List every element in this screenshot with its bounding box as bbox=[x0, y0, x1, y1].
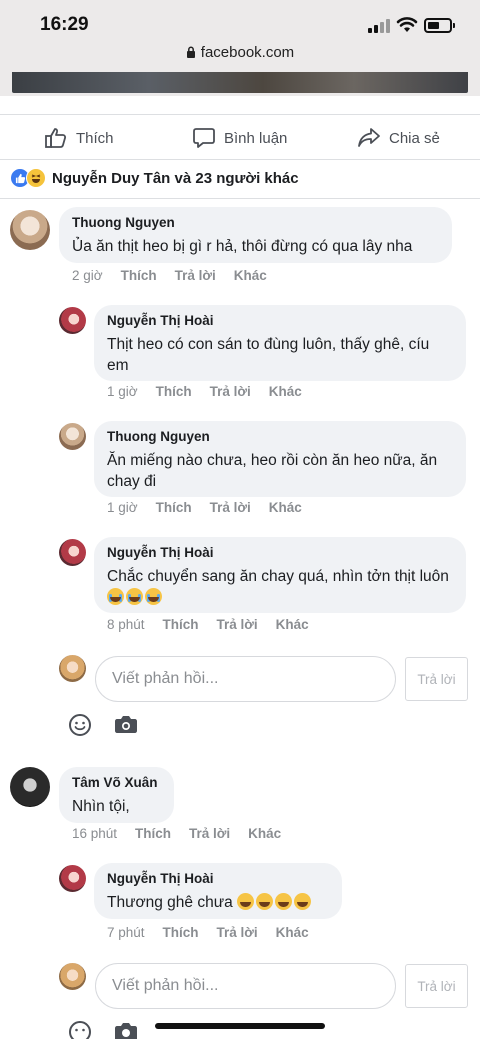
comment-more-link[interactable]: Khác bbox=[248, 826, 281, 841]
status-time: 16:29 bbox=[40, 14, 89, 35]
comment-icon bbox=[193, 128, 215, 148]
wifi-icon bbox=[396, 17, 418, 32]
reply-author[interactable]: Thuong Nguyen bbox=[107, 428, 454, 446]
reply-submit-button[interactable]: Trả lời bbox=[405, 657, 468, 701]
share-label: Chia sẻ bbox=[389, 129, 440, 147]
reply-text: Chắc chuyển sang ăn chay quá, nhìn tởn t… bbox=[107, 566, 454, 608]
reply-text-body: Chắc chuyển sang ăn chay quá, nhìn tởn t… bbox=[107, 568, 449, 585]
reply-reply-link[interactable]: Trả lời bbox=[210, 384, 251, 399]
reply-more-link[interactable]: Khác bbox=[269, 384, 302, 399]
signal-icon bbox=[368, 19, 390, 33]
reply-meta: 1 giờ Thích Trả lời Khác bbox=[107, 384, 302, 399]
comment-reply-link[interactable]: Trả lời bbox=[189, 826, 230, 841]
camera-icon[interactable] bbox=[114, 1021, 138, 1039]
crying-face-icon bbox=[126, 588, 143, 605]
reply-bubble: Thuong Nguyen Ăn miếng nào chưa, heo rồi… bbox=[94, 421, 466, 497]
post-image[interactable] bbox=[12, 72, 468, 93]
reply-author[interactable]: Nguyễn Thị Hoài bbox=[107, 312, 454, 330]
haha-icon bbox=[26, 168, 46, 188]
reply-text-body: Thương ghê chưa bbox=[107, 894, 233, 911]
avatar[interactable] bbox=[59, 865, 86, 892]
reply-more-link[interactable]: Khác bbox=[276, 617, 309, 632]
reply-text: Ăn miếng nào chưa, heo rồi còn ăn heo nữ… bbox=[107, 452, 438, 490]
camera-icon[interactable] bbox=[114, 714, 138, 734]
avatar bbox=[59, 655, 86, 682]
reply-like-link[interactable]: Thích bbox=[163, 925, 199, 940]
reply-more-link[interactable]: Khác bbox=[269, 500, 302, 515]
browser-status-bar: 16:29 facebook.com bbox=[0, 0, 480, 96]
reply-meta: 8 phút Thích Trả lời Khác bbox=[107, 617, 309, 632]
reply-bubble: Nguyễn Thị Hoài Thương ghê chưa bbox=[94, 863, 342, 919]
reply-input[interactable]: Viết phản hồi... bbox=[95, 963, 396, 1009]
reply-reply-link[interactable]: Trả lời bbox=[210, 500, 251, 515]
reply-input[interactable]: Viết phản hồi... bbox=[95, 656, 396, 702]
comment-bubble: Thuong Nguyen Ủa ăn thịt heo bị gì r hả,… bbox=[59, 207, 452, 263]
reply-submit-button[interactable]: Trả lời bbox=[405, 964, 468, 1008]
comment-meta: 16 phút Thích Trả lời Khác bbox=[72, 826, 281, 841]
grinning-face-icon bbox=[237, 893, 255, 910]
reactions-summary[interactable]: Nguyễn Duy Tân và 23 người khác bbox=[10, 168, 299, 188]
post-action-bar: Thích Bình luận Chia sẻ bbox=[0, 114, 480, 160]
url-bar[interactable]: facebook.com bbox=[0, 44, 480, 61]
home-indicator[interactable] bbox=[155, 1023, 325, 1029]
comment-author[interactable]: Thuong Nguyen bbox=[72, 214, 440, 232]
comment-text: Ủa ăn thịt heo bị gì r hả, thôi đừng có … bbox=[72, 238, 413, 255]
reply-meta: 1 giờ Thích Trả lời Khác bbox=[107, 500, 302, 515]
comment-like-link[interactable]: Thích bbox=[135, 826, 171, 841]
share-button[interactable]: Chia sẻ bbox=[357, 127, 440, 149]
like-button[interactable]: Thích bbox=[44, 127, 114, 149]
comment-reply-link[interactable]: Trả lời bbox=[175, 268, 216, 283]
grinning-face-icon bbox=[294, 893, 312, 910]
reply-text: Thịt heo có con sán to đùng luôn, thấy g… bbox=[107, 336, 430, 374]
reply-author[interactable]: Nguyễn Thị Hoài bbox=[107, 870, 330, 888]
emoji-icon[interactable] bbox=[68, 713, 92, 737]
comment-label: Bình luận bbox=[224, 129, 288, 147]
divider bbox=[0, 198, 480, 199]
crying-face-icon bbox=[107, 588, 124, 605]
avatar[interactable] bbox=[10, 767, 50, 807]
reactions-text[interactable]: Nguyễn Duy Tân và 23 người khác bbox=[52, 170, 299, 187]
crying-face-icon bbox=[145, 588, 162, 605]
reply-reply-link[interactable]: Trả lời bbox=[217, 617, 258, 632]
comment-time[interactable]: 2 giờ bbox=[72, 268, 103, 283]
avatar[interactable] bbox=[59, 307, 86, 334]
grinning-face-icon bbox=[275, 893, 293, 910]
reply-like-link[interactable]: Thích bbox=[156, 500, 192, 515]
reply-bubble: Nguyễn Thị Hoài Chắc chuyển sang ăn chay… bbox=[94, 537, 466, 613]
comment-bubble: Tâm Võ Xuân Nhìn tội, bbox=[59, 767, 174, 823]
comment-button[interactable]: Bình luận bbox=[192, 127, 287, 149]
lock-icon bbox=[186, 46, 195, 58]
reply-more-link[interactable]: Khác bbox=[276, 925, 309, 940]
url-text: facebook.com bbox=[200, 44, 295, 61]
avatar bbox=[59, 963, 86, 990]
reply-text: Thương ghê chưa bbox=[107, 892, 330, 913]
thumbs-up-icon bbox=[45, 128, 67, 148]
avatar[interactable] bbox=[59, 539, 86, 566]
reply-reply-link[interactable]: Trả lời bbox=[217, 925, 258, 940]
reply-time[interactable]: 1 giờ bbox=[107, 500, 138, 515]
comment-time[interactable]: 16 phút bbox=[72, 826, 117, 841]
comment-text: Nhìn tội, bbox=[72, 798, 130, 815]
like-label: Thích bbox=[76, 129, 114, 147]
reply-like-link[interactable]: Thích bbox=[163, 617, 199, 632]
reply-meta: 7 phút Thích Trả lời Khác bbox=[107, 925, 309, 940]
comment-like-link[interactable]: Thích bbox=[121, 268, 157, 283]
reply-time[interactable]: 7 phút bbox=[107, 925, 145, 940]
avatar[interactable] bbox=[59, 423, 86, 450]
reply-author[interactable]: Nguyễn Thị Hoài bbox=[107, 544, 454, 562]
comment-more-link[interactable]: Khác bbox=[234, 268, 267, 283]
reply-time[interactable]: 8 phút bbox=[107, 617, 145, 632]
comment-author[interactable]: Tâm Võ Xuân bbox=[72, 774, 162, 792]
reply-bubble: Nguyễn Thị Hoài Thịt heo có con sán to đ… bbox=[94, 305, 466, 381]
avatar[interactable] bbox=[10, 210, 50, 250]
reply-like-link[interactable]: Thích bbox=[156, 384, 192, 399]
emoji-icon[interactable] bbox=[68, 1020, 92, 1039]
share-icon bbox=[358, 128, 380, 147]
battery-icon bbox=[424, 18, 455, 33]
grinning-face-icon bbox=[256, 893, 274, 910]
comment-meta: 2 giờ Thích Trả lời Khác bbox=[72, 268, 267, 283]
reply-time[interactable]: 1 giờ bbox=[107, 384, 138, 399]
